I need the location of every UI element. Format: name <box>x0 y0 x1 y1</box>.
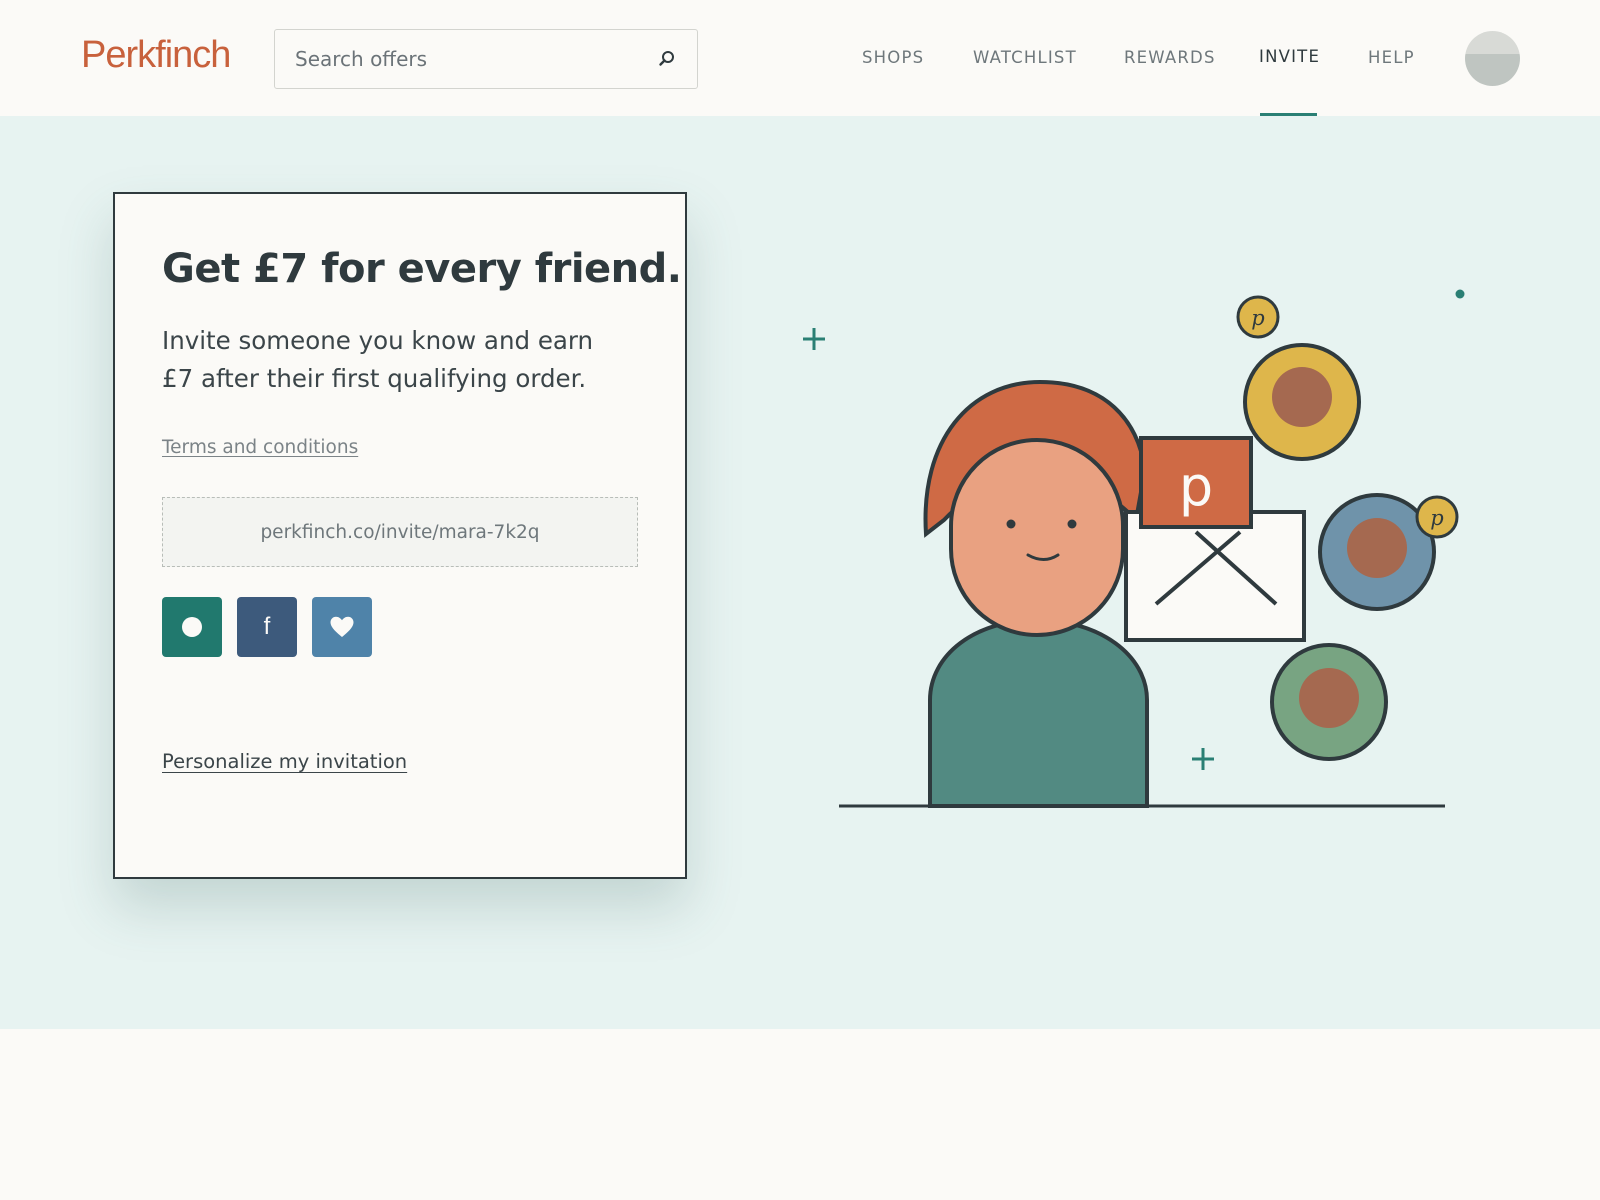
brand-logo[interactable]: Perkfinch <box>81 34 231 77</box>
invite-card: Get £7 for every friend. Invite someone … <box>113 192 687 879</box>
nav-help[interactable]: HELP <box>1368 48 1415 67</box>
user-avatar[interactable] <box>1465 31 1520 86</box>
nav-shops[interactable]: SHOPS <box>862 48 924 67</box>
facebook-icon: f <box>263 613 271 640</box>
heart-icon <box>330 616 354 637</box>
top-header: Perkfinch SHOPS WATCHLIST REWARDS INVITE… <box>0 0 1600 117</box>
search-box[interactable] <box>274 29 698 89</box>
share-button-facebook[interactable]: f <box>237 597 297 657</box>
dot-icon <box>182 617 202 637</box>
nav-rewards[interactable]: REWARDS <box>1124 48 1216 67</box>
personalize-invitation-link[interactable]: Personalize my invitation <box>162 750 407 773</box>
search-input[interactable] <box>295 30 645 87</box>
share-button-favorite[interactable] <box>312 597 372 657</box>
nav-watchlist[interactable]: WATCHLIST <box>973 48 1077 67</box>
invite-description: Invite someone you know and earn £7 afte… <box>162 326 594 393</box>
invite-link-field[interactable]: perkfinch.co/invite/mara-7k2q <box>162 497 638 567</box>
search-icon[interactable] <box>657 49 677 69</box>
nav-invite[interactable]: INVITE <box>1259 47 1320 66</box>
terms-link[interactable]: Terms and conditions <box>162 437 358 458</box>
share-button-message[interactable] <box>162 597 222 657</box>
invite-title: Get £7 for every friend. <box>162 246 682 292</box>
